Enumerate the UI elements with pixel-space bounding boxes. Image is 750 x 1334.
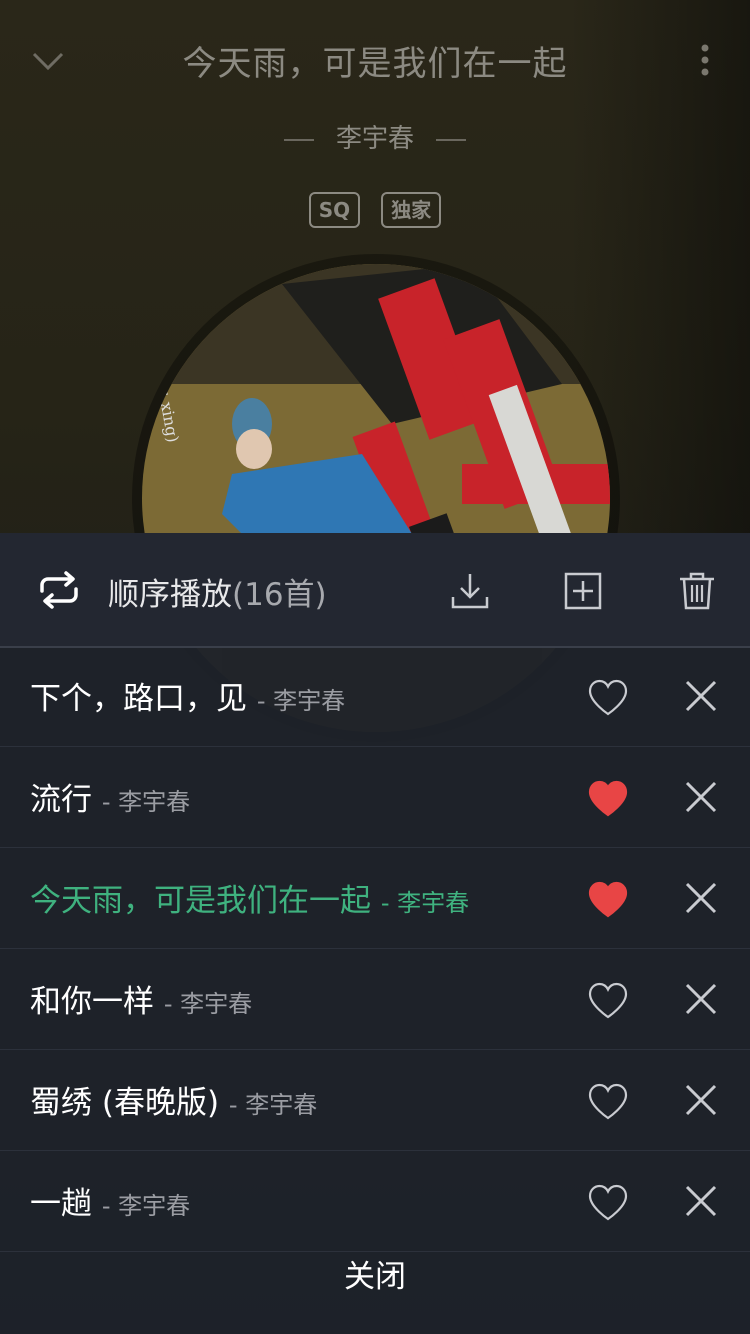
- heart-icon[interactable]: [587, 779, 629, 817]
- song-row[interactable]: 蜀绣 (春晚版) - 李宇春: [0, 1050, 750, 1151]
- play-mode-button[interactable]: 顺序播放(16首): [108, 569, 327, 614]
- heart-icon[interactable]: [587, 1082, 629, 1120]
- close-icon[interactable]: [684, 679, 718, 713]
- song-item-artist: - 李宇春: [101, 1192, 191, 1220]
- song-item-text: 下个，路口，见 - 李宇春: [30, 673, 345, 718]
- song-row[interactable]: 流行 - 李宇春: [0, 747, 750, 848]
- heart-icon[interactable]: [587, 880, 629, 918]
- song-item-title: 流行: [30, 782, 92, 818]
- song-title: 今天雨，可是我们在一起: [182, 44, 568, 84]
- song-item-artist: - 李宇春: [228, 1091, 318, 1119]
- song-item-artist: - 李宇春: [256, 687, 346, 715]
- song-item-artist: - 李宇春: [163, 990, 253, 1018]
- exclusive-badge: 独家: [381, 192, 442, 228]
- song-item-title: 下个，路口，见: [30, 681, 247, 717]
- add-to-playlist-icon[interactable]: [563, 571, 603, 611]
- song-item-title: 和你一样: [30, 984, 154, 1020]
- chevron-down-icon[interactable]: [28, 40, 68, 80]
- trash-icon[interactable]: [677, 571, 717, 611]
- song-row[interactable]: 今天雨，可是我们在一起 - 李宇春: [0, 848, 750, 949]
- song-item-text: 一趟 - 李宇春: [30, 1178, 190, 1223]
- close-icon[interactable]: [684, 881, 718, 915]
- play-mode-label: 顺序播放: [108, 577, 232, 613]
- song-item-artist: - 李宇春: [380, 889, 470, 917]
- heart-icon[interactable]: [587, 678, 629, 716]
- song-item-text: 今天雨，可是我们在一起 - 李宇春: [30, 875, 469, 920]
- divider: [436, 138, 466, 141]
- download-icon[interactable]: [450, 571, 490, 611]
- sq-badge: SQ: [308, 192, 361, 228]
- song-item-title: 一趟: [30, 1186, 92, 1222]
- artist-name[interactable]: 李宇春: [336, 124, 414, 154]
- song-item-text: 和你一样 - 李宇春: [30, 976, 252, 1021]
- more-vertical-icon[interactable]: [690, 40, 720, 80]
- close-icon[interactable]: [684, 780, 718, 814]
- song-row[interactable]: 下个，路口，见 - 李宇春: [0, 646, 750, 747]
- playlist-header: 顺序播放(16首): [0, 533, 750, 648]
- close-icon[interactable]: [684, 982, 718, 1016]
- divider: [283, 138, 314, 141]
- song-item-text: 蜀绣 (春晚版) - 李宇春: [30, 1077, 317, 1122]
- song-item-artist: - 李宇春: [101, 788, 191, 816]
- player-screen: 今天雨，可是我们在一起 李宇春 SQ 独家 (liu xing) 顺序播放(16…: [0, 0, 750, 1334]
- song-count: (16首): [232, 577, 327, 613]
- song-list: 下个，路口，见 - 李宇春 流行 - 李宇春 今天雨，可是我们在一起 - 李宇春 和你…: [0, 646, 750, 1252]
- close-icon[interactable]: [684, 1184, 718, 1218]
- song-item-title: 今天雨，可是我们在一起: [30, 883, 371, 919]
- artist-line: 李宇春: [0, 118, 750, 155]
- close-button[interactable]: 关闭: [0, 1230, 750, 1334]
- playlist-panel: 顺序播放(16首) 下个，路口，见 - 李宇春 流行 - 李宇春 今天雨，可是我…: [0, 533, 750, 1334]
- heart-icon[interactable]: [587, 1183, 629, 1221]
- song-item-text: 流行 - 李宇春: [30, 774, 190, 819]
- song-row[interactable]: 和你一样 - 李宇春: [0, 949, 750, 1050]
- repeat-icon[interactable]: [36, 571, 82, 609]
- quality-badges: SQ 独家: [0, 192, 750, 228]
- close-icon[interactable]: [684, 1083, 718, 1117]
- heart-icon[interactable]: [587, 981, 629, 1019]
- song-item-title: 蜀绣 (春晚版): [30, 1085, 220, 1121]
